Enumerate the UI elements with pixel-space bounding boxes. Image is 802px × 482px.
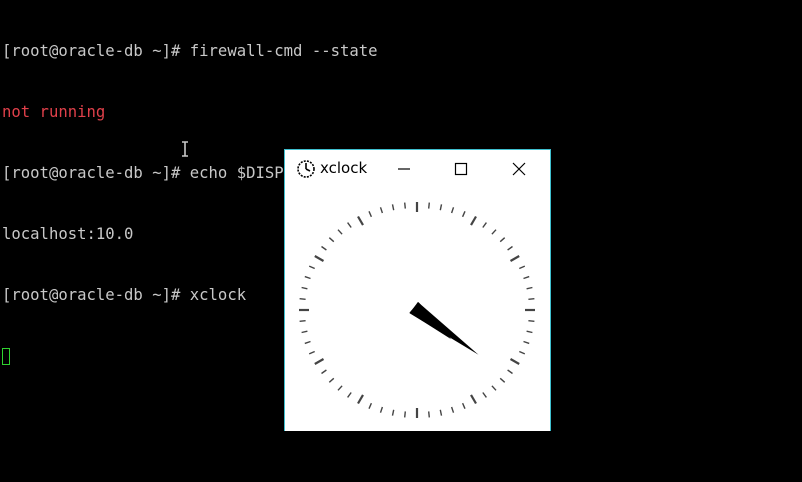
minute-tick: [450, 406, 455, 413]
hour-tick: [314, 358, 325, 365]
hour-tick: [509, 358, 520, 365]
minute-tick: [368, 402, 373, 409]
minute-tick: [461, 211, 466, 218]
minute-tick: [308, 265, 315, 270]
hour-tick: [470, 215, 477, 226]
minute-tick: [379, 207, 384, 214]
minute-tick: [528, 320, 535, 322]
window-title: xclock: [320, 159, 368, 177]
minute-tick: [482, 392, 487, 398]
clock-face: [299, 202, 535, 418]
prompt: [root@oracle-db ~]#: [2, 286, 190, 304]
minute-tick: [491, 229, 497, 235]
minute-tick: [428, 411, 430, 418]
minute-tick: [337, 229, 343, 235]
minute-tick: [439, 204, 443, 211]
minute-tick: [526, 330, 533, 334]
command: xclock: [189, 286, 247, 304]
minute-tick: [499, 237, 506, 243]
hour-tick: [357, 394, 364, 405]
hour-hand: [409, 302, 452, 340]
minute-tick: [304, 340, 311, 345]
close-icon[interactable]: [508, 158, 530, 180]
prompt: [root@oracle-db ~]#: [2, 164, 190, 182]
command: firewall-cmd --state: [189, 42, 378, 60]
minute-tick: [299, 320, 306, 322]
minute-tick: [491, 385, 497, 391]
terminal-line: [root@oracle-db ~]# firewall-cmd --state: [2, 40, 800, 61]
minute-tick: [301, 286, 308, 290]
minute-tick: [328, 237, 335, 243]
minute-tick: [523, 275, 530, 280]
minute-tick: [368, 211, 373, 218]
minute-tick: [526, 286, 533, 290]
minute-tick: [428, 202, 430, 209]
minute-tick: [499, 377, 506, 383]
minimize-icon[interactable]: [393, 158, 415, 180]
minute-tick: [328, 377, 335, 383]
terminal-output: not running: [2, 103, 106, 121]
minute-tick: [507, 245, 513, 251]
minute-tick: [301, 330, 308, 334]
ibeam-cursor-icon: [182, 141, 188, 157]
minute-tick: [439, 409, 443, 416]
text-cursor: [2, 348, 10, 365]
minute-tick: [461, 402, 466, 409]
minute-tick: [304, 275, 311, 280]
prompt: [root@oracle-db ~]#: [2, 42, 190, 60]
hour-tick: [357, 215, 364, 226]
minute-tick: [321, 245, 327, 251]
minute-tick: [391, 409, 395, 416]
minute-tick: [337, 385, 343, 391]
clock-icon: [297, 160, 315, 178]
minute-tick: [404, 411, 406, 418]
minute-tick: [519, 350, 526, 355]
minute-tick: [523, 340, 530, 345]
xclock-window[interactable]: xclock: [284, 149, 551, 431]
hour-tick: [314, 255, 325, 262]
hour-tick: [470, 394, 477, 405]
minute-tick: [450, 207, 455, 214]
minute-tick: [528, 298, 535, 300]
clock-hands: [409, 302, 479, 355]
minute-tick: [379, 406, 384, 413]
minute-tick: [519, 265, 526, 270]
maximize-icon[interactable]: [450, 158, 472, 180]
minute-tick: [308, 350, 315, 355]
window-titlebar[interactable]: xclock: [285, 150, 550, 188]
minute-tick: [321, 369, 327, 375]
minute-tick: [347, 392, 352, 398]
minute-tick: [347, 222, 352, 228]
minute-tick: [391, 204, 395, 211]
minute-tick: [299, 298, 306, 300]
minute-tick: [507, 369, 513, 375]
minute-tick: [482, 222, 487, 228]
minute-tick: [404, 202, 406, 209]
hour-tick: [509, 255, 520, 262]
